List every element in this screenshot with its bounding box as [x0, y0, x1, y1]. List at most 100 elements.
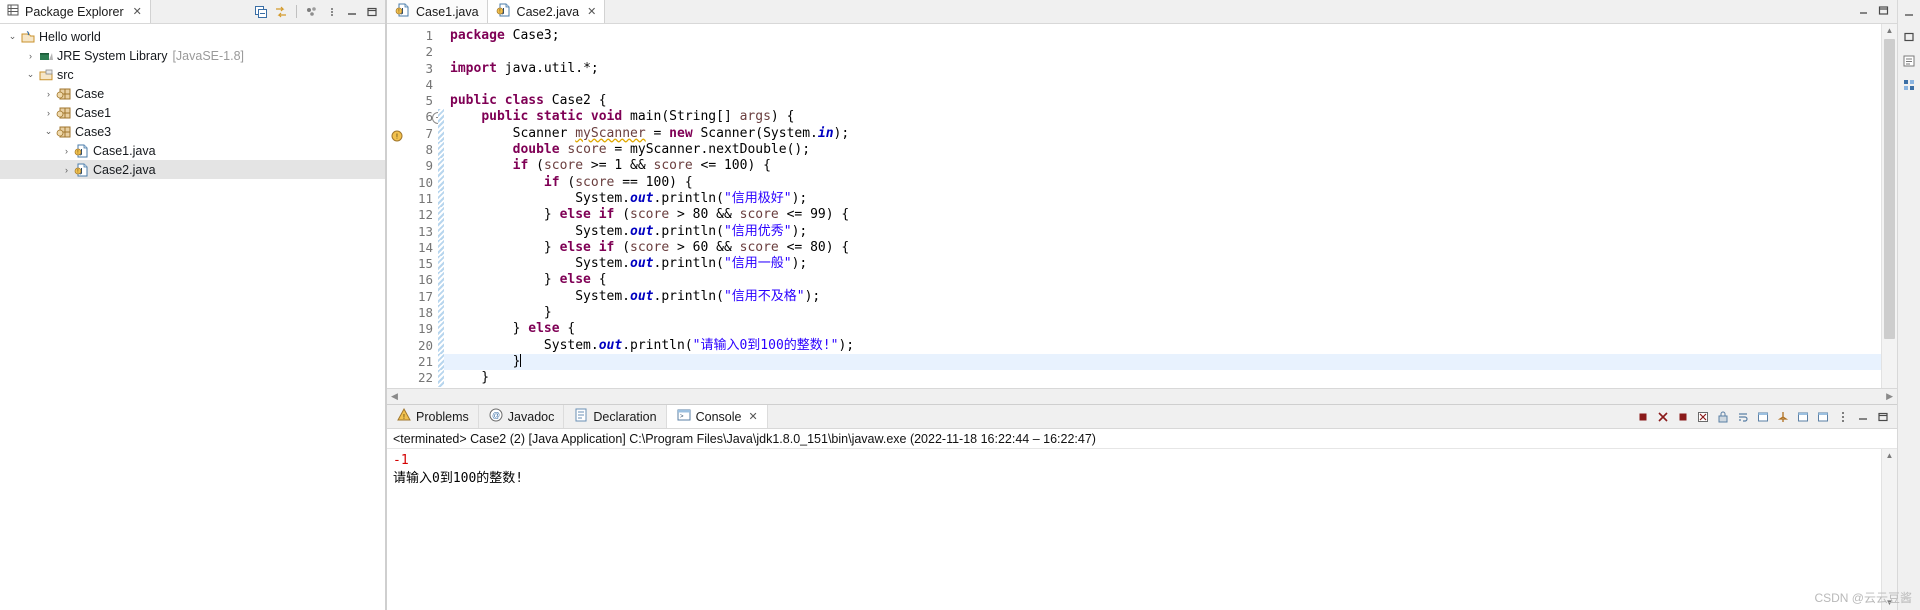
code-line[interactable]: } else { [444, 321, 1881, 337]
editor-horizontal-scrollbar[interactable]: ◀ ▶ [387, 388, 1897, 404]
trim-restore-icon[interactable] [1900, 28, 1918, 46]
code-line[interactable]: System.out.println("信用一般"); [444, 256, 1881, 272]
code-line[interactable]: } [444, 305, 1881, 321]
editor-tabbar[interactable]: ! Case1.java! Case2.java ✕ [387, 0, 1897, 24]
view-menu-arrow-icon[interactable] [323, 3, 341, 21]
code-token: import [450, 60, 505, 76]
code-line[interactable]: if (score == 100) { [444, 175, 1881, 191]
maximize-icon[interactable] [1874, 408, 1891, 425]
remove-launch-icon[interactable] [1654, 408, 1671, 425]
terminate-icon[interactable] [1634, 408, 1651, 425]
close-icon[interactable]: ✕ [133, 5, 142, 18]
editor-vertical-scrollbar[interactable]: ▲ [1881, 24, 1897, 388]
view-menu-icon[interactable] [1834, 408, 1851, 425]
chevron-right-icon[interactable]: › [24, 51, 37, 61]
chevron-down-icon[interactable]: ⌄ [42, 126, 55, 137]
code-line[interactable]: import java.util.*; [444, 61, 1881, 77]
chevron-down-icon[interactable]: ⌄ [6, 31, 19, 42]
code-line[interactable]: } else if (score > 80 && score <= 99) { [444, 207, 1881, 223]
code-token: score [653, 158, 693, 174]
bottom-tab-problems[interactable]: ! Problems [387, 405, 479, 428]
close-icon[interactable]: ✕ [748, 410, 757, 423]
pin-console-icon[interactable] [1774, 408, 1791, 425]
code-line[interactable]: Scanner myScanner = new Scanner(System.i… [444, 126, 1881, 142]
close-icon[interactable]: ✕ [587, 5, 596, 18]
scroll-left-arrow-icon[interactable]: ◀ [391, 391, 398, 402]
code-line[interactable]: } else { [444, 272, 1881, 288]
tree-item-hello-world[interactable]: ⌄ Hello world [0, 27, 385, 46]
display-selected-console-icon[interactable] [1794, 408, 1811, 425]
chevron-right-icon[interactable]: › [42, 108, 55, 118]
chevron-down-icon[interactable]: ⌄ [24, 69, 37, 80]
task-list-icon[interactable] [1900, 52, 1918, 70]
editor-maximize-icon[interactable] [1877, 4, 1890, 20]
view-menu-icon[interactable] [303, 3, 321, 21]
tree-item-case3[interactable]: ⌄ Case3 [0, 122, 385, 141]
code-line[interactable]: } else if (score > 60 && score <= 80) { [444, 240, 1881, 256]
code-editor[interactable]: ! 123456−78910111213141516171819202122 p… [387, 24, 1897, 388]
tree-item-case1[interactable]: › Case1 [0, 103, 385, 122]
scroll-right-arrow-icon[interactable]: ▶ [1886, 391, 1893, 402]
bottom-tab-javadoc[interactable]: @ Javadoc [478, 405, 565, 428]
code-line[interactable]: System.out.println("信用优秀"); [444, 224, 1881, 240]
code-line[interactable]: double score = myScanner.nextDouble(); [444, 142, 1881, 158]
console-vertical-scrollbar[interactable]: ▲ ▼ [1881, 449, 1897, 610]
chevron-right-icon[interactable]: › [60, 165, 73, 175]
tab-package-explorer[interactable]: Package Explorer ✕ [0, 0, 151, 23]
collapse-all-icon[interactable] [252, 3, 270, 21]
code-line[interactable]: System.out.println("请输入0到100的整数!"); [444, 338, 1881, 354]
minimize-icon[interactable] [343, 3, 361, 21]
code-text[interactable]: package Case3; import java.util.*; publi… [444, 24, 1881, 388]
tree-item-jre-system-library[interactable]: › JRE System Library [JavaSE-1.8] [0, 46, 385, 65]
code-token: .println( [653, 223, 724, 239]
chevron-right-icon[interactable]: › [60, 146, 73, 156]
trim-minimize-icon[interactable] [1900, 4, 1918, 22]
scroll-lock-icon[interactable] [1714, 408, 1731, 425]
console-launch-status: <terminated> Case2 (2) [Java Application… [387, 429, 1897, 449]
maximize-icon[interactable] [363, 3, 381, 21]
tree-item-src[interactable]: ⌄ src [0, 65, 385, 84]
code-line[interactable]: } [444, 353, 1881, 371]
code-line[interactable]: } [444, 370, 1881, 386]
editor-tab-case2-java[interactable]: ! Case2.java ✕ [487, 0, 606, 23]
bottom-tabbar[interactable]: ! Problems @ Javadoc Declaration > Console ✕ [387, 405, 1897, 429]
code-line[interactable] [444, 77, 1881, 93]
editor-tab-case1-java[interactable]: ! Case1.java [387, 0, 488, 23]
word-wrap-icon[interactable] [1734, 408, 1751, 425]
minimize-icon[interactable] [1854, 408, 1871, 425]
console-scroll-up-arrow-icon[interactable]: ▲ [1886, 449, 1894, 463]
code-line[interactable]: System.out.println("信用极好"); [444, 191, 1881, 207]
open-console-icon[interactable] [1814, 408, 1831, 425]
project-tree[interactable]: ⌄ Hello world › JRE System Library [JavaSE-1… [0, 24, 385, 610]
line-number: 14 [417, 239, 433, 255]
code-line[interactable]: System.out.println("信用不及格"); [444, 289, 1881, 305]
bottom-tab-console[interactable]: > Console ✕ [666, 405, 768, 428]
svg-text:!: ! [396, 133, 398, 140]
console-text[interactable]: -1 请输入0到100的整数! [387, 449, 1881, 610]
code-token: .println( [653, 256, 724, 272]
console-output-area[interactable]: -1 请输入0到100的整数! ▲ ▼ [387, 449, 1897, 610]
warning-marker-icon[interactable]: ! [389, 127, 403, 142]
editor-stack: !Case1.java!Case2.java✕ ! 123456−7891011… [386, 0, 1897, 404]
code-line[interactable] [444, 44, 1881, 60]
tree-item-case[interactable]: › Case [0, 84, 385, 103]
code-token: <= 99) { [778, 207, 850, 223]
code-token: } [450, 353, 521, 369]
bottom-tab-declaration[interactable]: Declaration [564, 405, 667, 428]
link-with-editor-icon[interactable] [272, 3, 290, 21]
code-line[interactable]: public static void main(String[] args) { [444, 109, 1881, 125]
clear-console-icon[interactable] [1694, 408, 1711, 425]
tree-item-case2-java[interactable]: ›! Case2.java [0, 160, 385, 179]
code-line[interactable]: if (score >= 1 && score <= 100) { [444, 158, 1881, 174]
remove-all-terminated-icon[interactable] [1674, 408, 1691, 425]
code-line[interactable]: public class Case2 { [444, 93, 1881, 109]
show-console-on-output-icon[interactable] [1754, 408, 1771, 425]
code-line[interactable]: package Case3; [444, 28, 1881, 44]
chevron-right-icon[interactable]: › [42, 89, 55, 99]
scroll-up-arrow-icon[interactable]: ▲ [1886, 24, 1894, 38]
editor-minimize-icon[interactable] [1857, 4, 1870, 20]
scroll-thumb[interactable] [1884, 39, 1895, 339]
outline-view-icon[interactable] [1900, 76, 1918, 94]
annotation-ruler[interactable]: ! [387, 24, 403, 388]
tree-item-case1-java[interactable]: ›! Case1.java [0, 141, 385, 160]
